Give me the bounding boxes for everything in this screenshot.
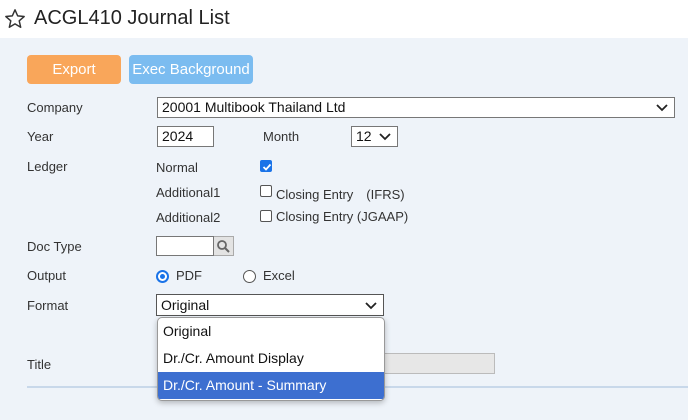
company-value: 20001 Multibook Thailand Ltd <box>162 99 346 115</box>
output-pdf-radio[interactable] <box>156 270 169 283</box>
format-option-amount-display[interactable]: Dr./Cr. Amount Display <box>158 345 384 372</box>
form-panel: Export Exec Background Company 20001 Mul… <box>0 38 688 420</box>
format-option-original[interactable]: Original <box>158 318 384 345</box>
format-value: Original <box>161 297 210 313</box>
month-select[interactable]: 12 <box>351 126 398 147</box>
title-input[interactable] <box>380 353 495 374</box>
chevron-down-icon <box>365 302 377 310</box>
ledger-normal-label: Normal <box>156 160 198 175</box>
closing-entry-ifrs-checkbox[interactable] <box>260 185 272 197</box>
doc-type-input[interactable] <box>156 236 214 256</box>
page-header: ACGL410 Journal List <box>0 0 688 38</box>
format-dropdown-list: Original Dr./Cr. Amount Display Dr./Cr. … <box>157 317 385 401</box>
output-excel-label: Excel <box>263 268 295 283</box>
closing-entry-jgaap-label: Closing Entry (JGAAP) <box>276 209 409 224</box>
year-label: Year <box>27 129 54 144</box>
title-label: Title <box>27 357 52 372</box>
search-icon <box>217 240 230 253</box>
chevron-down-icon <box>379 133 391 141</box>
month-label: Month <box>263 129 300 144</box>
page-title: ACGL410 Journal List <box>34 7 230 29</box>
exec-background-button[interactable]: Exec Background <box>129 55 253 84</box>
closing-entry-jgaap-checkbox[interactable] <box>260 210 272 222</box>
format-option-amount-summary[interactable]: Dr./Cr. Amount - Summary <box>158 372 384 399</box>
ledger-label: Ledger <box>27 159 68 174</box>
output-label: Output <box>27 268 67 283</box>
doc-type-label: Doc Type <box>27 239 82 254</box>
format-select[interactable]: Original <box>156 294 384 316</box>
checkmark-icon <box>262 163 272 171</box>
closing-entry-ifrs-label: Closing Entry (IFRS) <box>276 187 405 202</box>
chevron-down-icon <box>656 104 668 112</box>
month-value: 12 <box>356 128 372 144</box>
output-pdf-label: PDF <box>176 268 202 283</box>
format-label: Format <box>27 298 69 313</box>
doc-type-search-button[interactable] <box>214 236 234 256</box>
ledger-additional2-label: Additional2 <box>156 210 221 225</box>
export-button[interactable]: Export <box>27 55 121 84</box>
company-select[interactable]: 20001 Multibook Thailand Ltd <box>157 97 675 118</box>
output-excel-radio[interactable] <box>243 270 256 283</box>
ledger-normal-checkbox[interactable] <box>260 160 272 172</box>
company-label: Company <box>27 100 83 115</box>
ledger-additional1-label: Additional1 <box>156 185 221 200</box>
year-input[interactable]: 2024 <box>157 126 214 147</box>
star-icon[interactable] <box>4 8 26 30</box>
